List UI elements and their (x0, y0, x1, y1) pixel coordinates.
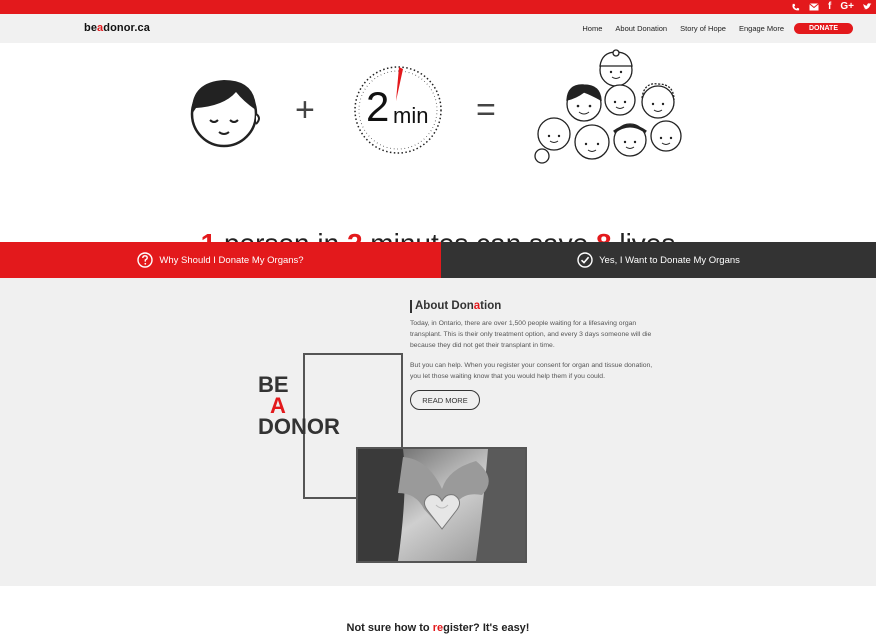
nav-story-of-hope[interactable]: Story of Hope (680, 24, 726, 33)
question-circle-icon (137, 252, 154, 268)
facebook-icon[interactable]: f (828, 1, 831, 13)
slogan-line-a: A (270, 393, 286, 418)
about-title-part-b: tion (480, 300, 502, 312)
tab-why-label: Why Should I Donate My Organs? (159, 254, 304, 266)
logo-prefix: be (84, 22, 98, 34)
phone-icon[interactable] (791, 3, 800, 12)
main-navigation: beadonor.ca Home About Donation Story of… (0, 14, 876, 43)
check-circle-icon (577, 252, 593, 268)
hero-section: + 2 min = (0, 43, 876, 259)
about-title-part-a: About Don (415, 300, 474, 312)
donate-button[interactable]: DONATE (794, 23, 853, 34)
group-of-people-illustration (534, 49, 682, 164)
timer-unit: min (393, 103, 429, 128)
person-face-illustration (190, 80, 260, 148)
timer-number: 2 (366, 83, 390, 130)
google-plus-icon[interactable]: G+ (840, 1, 854, 13)
read-more-button[interactable]: READ MORE (410, 390, 480, 410)
hands-heart-photo (356, 447, 527, 563)
register-heading: Not sure how to register? It's easy! (0, 622, 876, 634)
logo-suffix: donor.ca (103, 22, 150, 34)
tab-yes-donate[interactable]: Yes, I Want to Donate My Organs (441, 242, 876, 278)
twitter-icon[interactable] (863, 3, 872, 11)
about-paragraph-1: Today, in Ontario, there are over 1,500 … (410, 320, 652, 349)
social-links: f G+ (791, 1, 872, 13)
plus-sign: + (295, 91, 315, 129)
cta-tabs: Why Should I Donate My Organs? Yes, I Wa… (0, 242, 876, 278)
site-logo[interactable]: beadonor.ca (84, 22, 150, 34)
top-bar: f G+ (0, 0, 876, 14)
register-heading-part-a: Not sure how to (346, 622, 433, 634)
register-heading-accent: re (432, 622, 444, 634)
slogan-line-be: BE (258, 372, 289, 397)
tab-yes-label: Yes, I Want to Donate My Organs (599, 254, 740, 266)
tab-why-donate[interactable]: Why Should I Donate My Organs? (0, 242, 441, 278)
nav-menu: Home About Donation Story of Hope Engage… (569, 23, 853, 34)
about-donation-heading: About Donation (410, 300, 501, 313)
nav-about-donation[interactable]: About Donation (615, 24, 667, 33)
slogan-line-donor: DONOR (258, 414, 340, 439)
about-donation-section: BE A DONOR About Donation Today, in Onta… (0, 278, 876, 586)
nav-engage-more[interactable]: Engage More (739, 24, 784, 33)
be-a-donor-slogan: BE A DONOR (258, 372, 340, 439)
mail-icon[interactable] (809, 3, 819, 11)
nav-home[interactable]: Home (582, 24, 602, 33)
equals-sign: = (476, 91, 496, 129)
register-heading-part-b: gister? It's easy! (443, 622, 530, 634)
about-paragraph-2: But you can help. When you register your… (410, 362, 653, 380)
